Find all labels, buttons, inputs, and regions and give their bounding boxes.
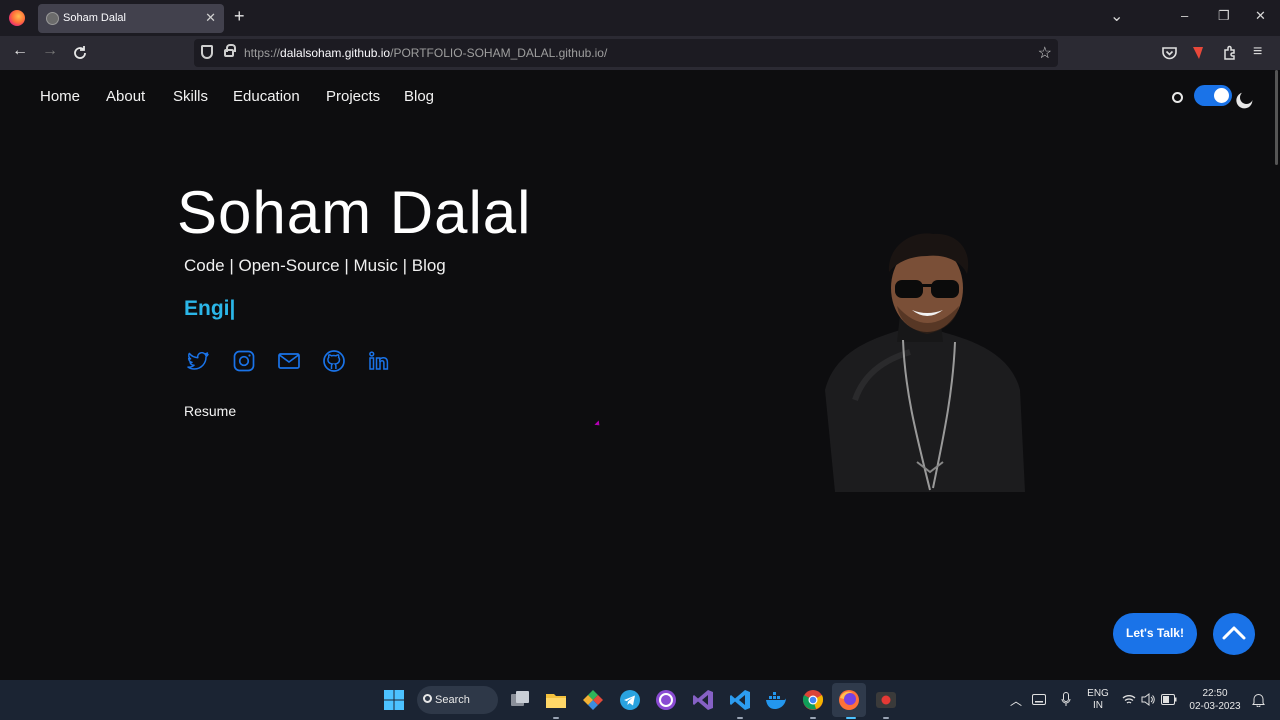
clock-date: 02-03-2023 [1189, 701, 1241, 712]
scroll-to-top-button[interactable] [1213, 613, 1255, 655]
portfolio-page: Home About Skills Education Projects Blo… [0, 70, 1280, 680]
notification-bell-icon[interactable] [1252, 693, 1265, 707]
browser-toolbar: ← → https://dalalsoham.github.io/PORTFOL… [0, 36, 1280, 70]
nav-blog[interactable]: Blog [404, 88, 434, 105]
hero-name: Soham Dalal [177, 179, 532, 246]
taskbar-search-label: Search [435, 694, 470, 706]
url-text[interactable]: https://dalalsoham.github.io/PORTFOLIO-S… [244, 46, 607, 60]
browser-tab-bar: Soham Dalal ✕ + ⌄ – ❐ ✕ [0, 0, 1280, 36]
lets-talk-button[interactable]: Let's Talk! [1113, 613, 1197, 654]
taskbar-active-indicator [883, 717, 889, 719]
back-arrow-icon[interactable]: ← [12, 42, 28, 60]
hero-tagline: Code | Open-Source | Music | Blog [184, 256, 446, 275]
clock-time: 22:50 [1202, 688, 1228, 699]
widgets-app-icon[interactable] [581, 688, 605, 712]
microphone-icon[interactable] [1061, 692, 1071, 707]
instagram-icon[interactable] [232, 349, 256, 373]
new-tab-button[interactable]: + [234, 6, 245, 27]
typed-role-text: Engi| [184, 297, 236, 320]
taskbar-active-indicator [810, 717, 816, 719]
extension-red-icon[interactable] [1192, 46, 1204, 60]
pocket-icon[interactable] [1162, 46, 1177, 60]
vscode-icon[interactable] [728, 688, 752, 712]
nav-about[interactable]: About [106, 88, 145, 105]
secure-lock-icon[interactable] [224, 44, 236, 57]
address-bar[interactable]: https://dalalsoham.github.io/PORTFOLIO-S… [194, 39, 1058, 67]
chevron-up-icon [1222, 626, 1246, 640]
visual-studio-icon[interactable] [691, 688, 715, 712]
bookmark-star-icon[interactable]: ☆ [1038, 43, 1052, 63]
toggle-knob [1214, 88, 1229, 103]
moon-icon [1238, 89, 1255, 106]
nav-home[interactable]: Home [40, 88, 80, 105]
tab-favicon-icon [46, 12, 59, 25]
tracking-protection-shield-icon[interactable] [201, 45, 213, 59]
twitter-icon[interactable] [186, 349, 210, 373]
language-indicator[interactable]: ENG IN [1084, 688, 1112, 712]
nav-skills[interactable]: Skills [173, 88, 208, 105]
reload-icon[interactable] [72, 45, 88, 61]
mail-icon[interactable] [277, 349, 301, 373]
resume-link[interactable]: Resume [184, 403, 236, 419]
restore-button[interactable]: ❐ [1218, 8, 1230, 24]
mouse-cursor-icon [594, 420, 602, 428]
screen-recorder-icon[interactable] [874, 688, 898, 712]
minimize-button[interactable]: – [1181, 8, 1188, 23]
task-view-icon[interactable] [508, 688, 532, 712]
page-scrollbar[interactable] [1275, 70, 1278, 165]
nav-education[interactable]: Education [233, 88, 300, 105]
telegram-icon[interactable] [618, 688, 642, 712]
linkedin-icon[interactable] [367, 349, 391, 373]
sun-icon [1172, 92, 1183, 103]
language-code: ENG [1087, 688, 1109, 699]
theme-toggle[interactable] [1194, 85, 1232, 106]
battery-icon[interactable] [1161, 694, 1177, 705]
windows-taskbar: Search ︿ ENG IN 22:50 02-03-2023 [0, 680, 1280, 720]
forward-arrow-icon[interactable]: → [42, 42, 58, 60]
firefox-menu-icon[interactable] [9, 10, 25, 26]
windows-start-icon[interactable] [382, 688, 406, 712]
nav-projects[interactable]: Projects [326, 88, 380, 105]
profile-photo [825, 233, 1025, 492]
system-clock[interactable]: 22:50 02-03-2023 [1186, 687, 1244, 713]
volume-icon[interactable] [1141, 693, 1155, 706]
github-desktop-icon[interactable] [654, 688, 678, 712]
docker-icon[interactable] [764, 688, 788, 712]
tray-overflow-chevron-icon[interactable]: ︿ [1010, 692, 1022, 709]
list-all-tabs-chevron-icon[interactable]: ⌄ [1110, 6, 1123, 26]
close-window-button[interactable]: ✕ [1255, 8, 1266, 24]
search-icon [423, 694, 432, 703]
tab-title: Soham Dalal [63, 12, 126, 24]
extensions-puzzle-icon[interactable] [1223, 45, 1238, 60]
taskbar-search[interactable]: Search [417, 686, 498, 714]
file-explorer-icon[interactable] [544, 688, 568, 712]
keyboard-icon[interactable] [1032, 694, 1046, 705]
github-icon[interactable] [322, 349, 346, 373]
tab-close-icon[interactable]: ✕ [205, 10, 216, 26]
wifi-icon[interactable] [1122, 694, 1136, 705]
browser-tab[interactable]: Soham Dalal ✕ [38, 4, 224, 33]
taskbar-active-indicator [553, 717, 559, 719]
taskbar-active-indicator [846, 717, 856, 719]
hamburger-menu-icon[interactable]: ≡ [1253, 43, 1262, 61]
firefox-icon[interactable] [837, 688, 861, 712]
region-code: IN [1093, 700, 1103, 711]
taskbar-active-indicator [737, 717, 743, 719]
chrome-icon[interactable] [801, 688, 825, 712]
